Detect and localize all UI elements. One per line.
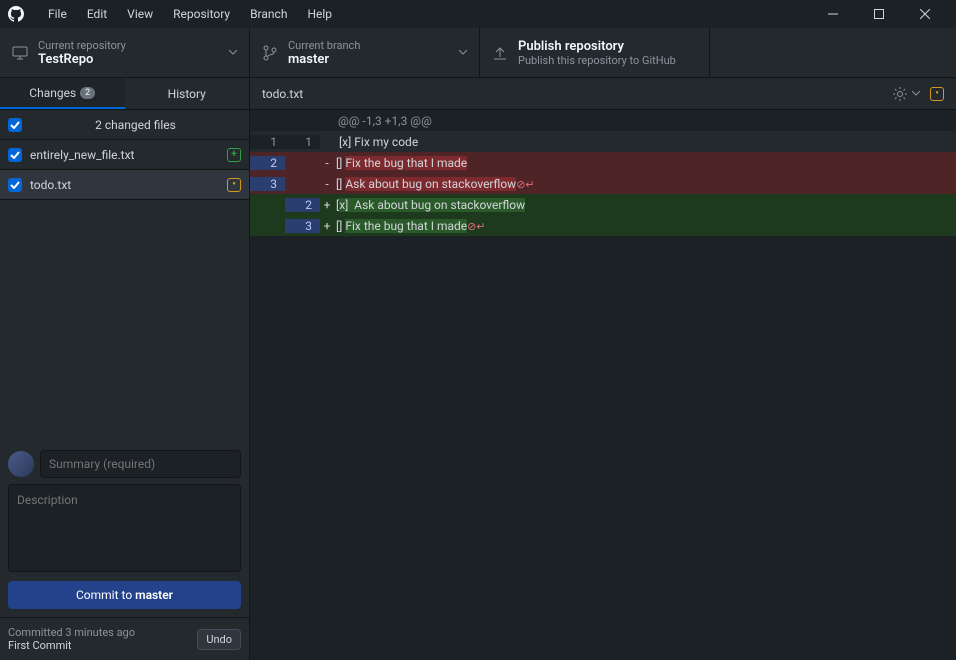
upload-icon — [492, 45, 508, 61]
chevron-down-icon[interactable] — [912, 91, 920, 96]
diff-filename: todo.txt — [262, 87, 892, 101]
file-name: todo.txt — [30, 178, 227, 192]
diff-line: 2-[] Fix the bug that I made — [250, 152, 956, 173]
avatar — [8, 451, 34, 477]
titlebar: FileEditViewRepositoryBranchHelp — [0, 0, 956, 28]
commit-summary-input[interactable] — [40, 450, 241, 478]
publish-title: Publish repository — [518, 39, 676, 54]
menu-item-file[interactable]: File — [38, 3, 77, 25]
commit-button[interactable]: Commit to master — [8, 581, 241, 609]
diff-line: 3+[] Fix the bug that I made⊘↵ — [250, 215, 956, 236]
commit-description-input[interactable] — [8, 484, 241, 572]
branch-value: master — [288, 52, 360, 67]
tab-history[interactable]: History — [125, 78, 250, 109]
menu-item-repository[interactable]: Repository — [163, 3, 240, 25]
file-list-header-text: 2 changed files — [30, 118, 241, 132]
branch-label: Current branch — [288, 39, 360, 52]
undo-button[interactable]: Undo — [197, 629, 241, 650]
chevron-down-icon — [229, 50, 237, 55]
diff-line: 2+[x] Ask about bug on stackoverflow — [250, 194, 956, 215]
repo-value: TestRepo — [38, 52, 126, 67]
diff-header: todo.txt • — [250, 78, 956, 110]
menu-item-branch[interactable]: Branch — [240, 3, 297, 25]
last-commit-time: Committed 3 minutes ago — [8, 626, 197, 639]
diff-status-icon: • — [930, 87, 944, 101]
monitor-icon — [12, 45, 28, 61]
file-name: entirely_new_file.txt — [30, 148, 227, 162]
file-list-header: 2 changed files — [0, 110, 249, 140]
repo-label: Current repository — [38, 39, 126, 52]
maximize-button[interactable] — [856, 0, 902, 28]
file-checkbox[interactable] — [8, 178, 22, 192]
github-logo-icon — [8, 6, 24, 22]
diff-body: @@ -1,3 +1,3 @@ 11 [x] Fix my code2-[] Fi… — [250, 110, 956, 236]
window-controls — [810, 0, 948, 28]
gear-icon[interactable] — [892, 86, 908, 102]
current-repository-selector[interactable]: Current repository TestRepo — [0, 28, 250, 77]
diff-panel: todo.txt • @@ -1,3 +1,3 @@ 11 [x] Fix my … — [250, 78, 956, 660]
file-checkbox[interactable] — [8, 148, 22, 162]
publish-repository-button[interactable]: Publish repository Publish this reposito… — [480, 28, 710, 77]
tab-changes[interactable]: Changes 2 — [0, 78, 125, 109]
publish-sub: Publish this repository to GitHub — [518, 54, 676, 67]
file-row[interactable]: todo.txt• — [0, 170, 249, 200]
menu-bar: FileEditViewRepositoryBranchHelp — [38, 3, 342, 25]
branch-icon — [262, 45, 278, 61]
menu-item-view[interactable]: View — [117, 3, 163, 25]
chevron-down-icon — [459, 50, 467, 55]
last-commit-message: First Commit — [8, 639, 197, 652]
file-list: entirely_new_file.txt+todo.txt• — [0, 140, 249, 200]
minimize-button[interactable] — [810, 0, 856, 28]
toolbar: Current repository TestRepo Current bran… — [0, 28, 956, 78]
menu-item-edit[interactable]: Edit — [77, 3, 117, 25]
sidebar-tabs: Changes 2 History — [0, 78, 249, 110]
last-commit: Committed 3 minutes ago First Commit Und… — [0, 617, 249, 660]
current-branch-selector[interactable]: Current branch master — [250, 28, 480, 77]
select-all-checkbox[interactable] — [8, 118, 22, 132]
menu-item-help[interactable]: Help — [297, 3, 342, 25]
diff-line: 3-[] Ask about bug on stackoverflow⊘↵ — [250, 173, 956, 194]
commit-form: Commit to master — [0, 442, 249, 617]
file-row[interactable]: entirely_new_file.txt+ — [0, 140, 249, 170]
sidebar: Changes 2 History 2 changed files entire… — [0, 78, 250, 660]
changes-count-badge: 2 — [80, 87, 95, 99]
diff-hunk-header: @@ -1,3 +1,3 @@ — [334, 114, 956, 128]
close-button[interactable] — [902, 0, 948, 28]
file-status-icon: + — [227, 148, 241, 162]
diff-line: 11 [x] Fix my code — [250, 131, 956, 152]
file-status-icon: • — [227, 178, 241, 192]
